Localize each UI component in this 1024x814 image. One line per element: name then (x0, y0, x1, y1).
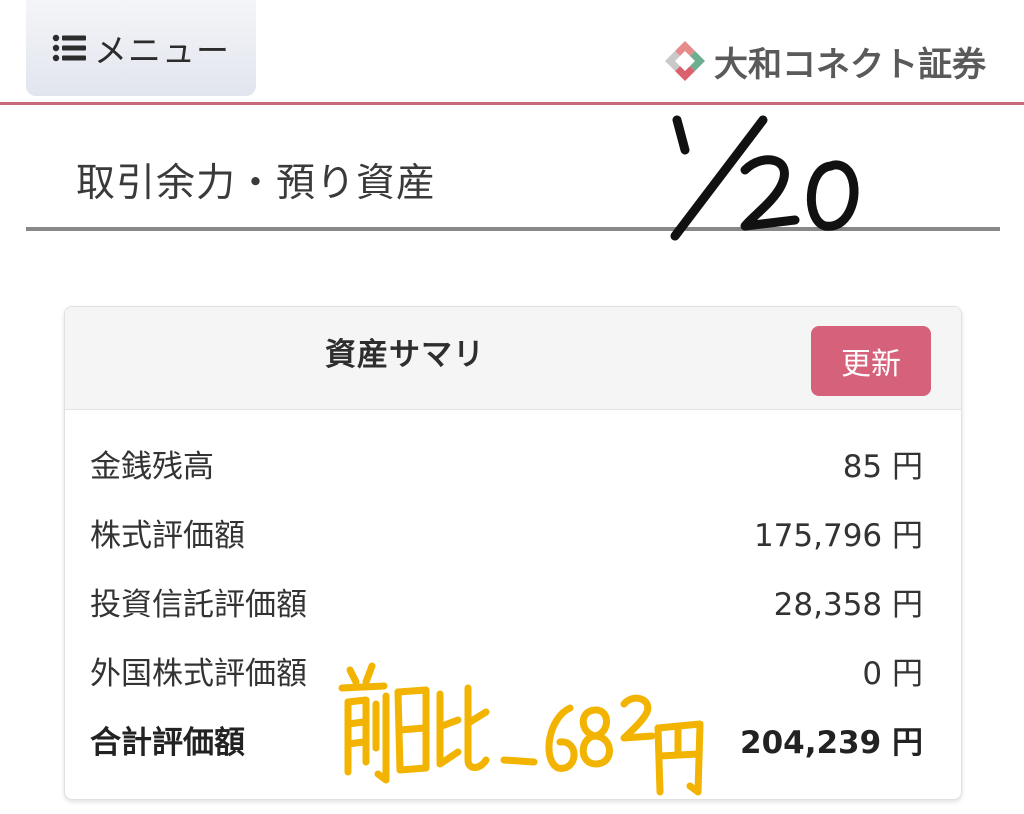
row-fund-valuation: 投資信託評価額 28,358 円 (65, 565, 961, 634)
row-label: 株式評価額 (90, 518, 245, 554)
row-label: 合計評価額 (90, 725, 245, 761)
row-label: 金銭残高 (90, 449, 214, 485)
handwritten-date-annotation (670, 115, 859, 241)
daiwa-connect-logo (665, 41, 705, 81)
card-title: 資産サマリ (325, 337, 485, 373)
menu-button[interactable]: メニュー (26, 0, 256, 96)
list-icon (52, 34, 86, 62)
row-value: 175,796 円 (753, 518, 923, 554)
row-value: 204,239 円 (740, 725, 923, 761)
refresh-button[interactable]: 更新 (811, 326, 931, 396)
brand-name: 大和コネクト証券 (714, 44, 986, 85)
app-header: メニュー 大和コネクト証券 (0, 0, 1024, 104)
row-value: 28,358 円 (773, 587, 923, 623)
row-value: 0 円 (862, 656, 923, 692)
brand: 大和コネクト証券 (662, 36, 986, 86)
row-stock-valuation: 株式評価額 175,796 円 (65, 496, 961, 565)
page-title: 取引余力・預り資産 (76, 161, 437, 206)
row-cash-balance: 金銭残高 85 円 (65, 427, 961, 496)
row-value: 85 円 (842, 449, 923, 485)
handwritten-note-annotation (338, 662, 704, 796)
menu-label: メニュー (94, 31, 230, 70)
row-label: 外国株式評価額 (90, 656, 307, 692)
header-divider (0, 102, 1024, 105)
row-label: 投資信託評価額 (90, 587, 307, 623)
card-header: 資産サマリ 更新 (65, 307, 961, 410)
